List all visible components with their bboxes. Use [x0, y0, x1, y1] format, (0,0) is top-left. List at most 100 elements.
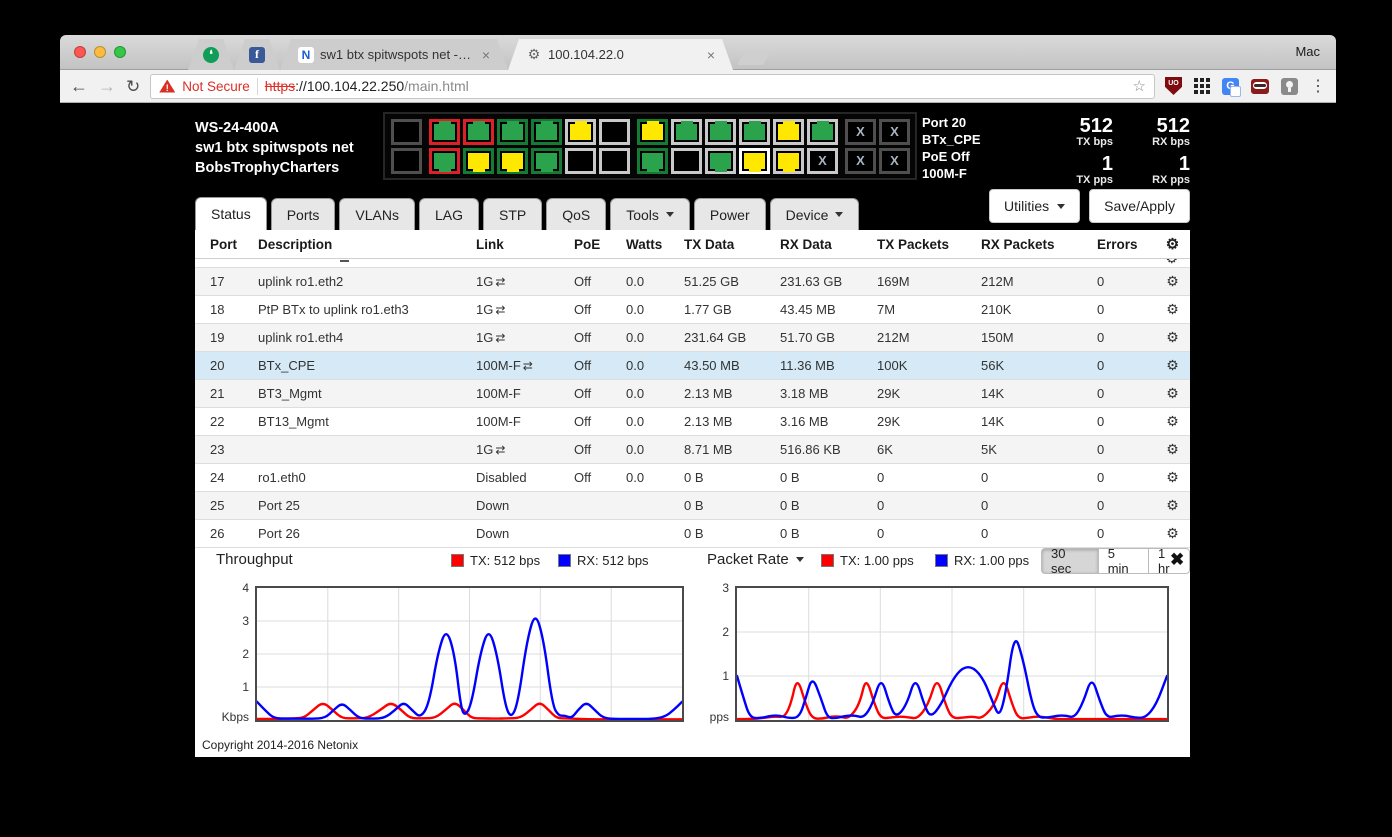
cell-tx-packets: 0 [877, 526, 885, 541]
save-apply-button[interactable]: Save/Apply [1089, 189, 1190, 223]
tab-power[interactable]: Power [693, 198, 766, 230]
port-led[interactable] [391, 118, 422, 145]
extension-grid-icon[interactable] [1194, 78, 1210, 94]
port-led[interactable] [463, 147, 494, 174]
port-led[interactable] [773, 147, 804, 174]
table-row-port-23[interactable]: 23 1G ⇄ Off 0.0 8.71 MB 516.86 KB 6K 5K 0 ⚙ [195, 436, 1190, 464]
table-row-port-18[interactable]: 18 PtP BTx to uplink ro1.eth3 1G ⇄ Off 0.0 1.7… [195, 296, 1190, 324]
port-led[interactable] [531, 118, 562, 145]
tab-qos[interactable]: QoS [546, 198, 607, 230]
table-row-port-24[interactable]: 24 ro1.eth0 Disabled Off 0.0 0 B 0 B 0 0 0 ⚙ [195, 464, 1190, 492]
port-led[interactable]: X [879, 147, 910, 174]
forward-icon[interactable]: → [98, 77, 116, 95]
port-led[interactable] [671, 147, 702, 174]
port-led[interactable]: X [807, 147, 838, 174]
row-settings-gear-icon[interactable]: ⚙ [1155, 329, 1190, 346]
address-bar[interactable]: ! Not Secure https://100.104.22.250/main… [150, 73, 1155, 99]
tab-close-icon[interactable]: × [482, 48, 490, 62]
port-led[interactable] [739, 118, 770, 145]
port-led[interactable] [671, 118, 702, 145]
row-settings-gear-icon[interactable]: ⚙ [1155, 301, 1190, 318]
extension-translate-icon[interactable]: G [1222, 77, 1241, 97]
table-row-port-26[interactable]: 26 Port 26 Down 0 B 0 B 0 0 0 ⚙ [195, 520, 1190, 548]
port-led[interactable] [739, 147, 770, 174]
row-settings-gear-icon[interactable]: ⚙ [1155, 413, 1190, 430]
port-led[interactable] [565, 118, 596, 145]
window-zoom-button[interactable] [114, 46, 126, 58]
port-led[interactable] [463, 118, 494, 145]
row-settings-gear-icon[interactable]: ⚙ [1155, 273, 1190, 290]
window-minimize-button[interactable] [94, 46, 106, 58]
extension-ublock-icon[interactable]: UO [1165, 77, 1182, 95]
browser-tab-active[interactable]: ⚙ 100.104.22.0 × [508, 39, 733, 70]
pinned-tab-facebook[interactable]: f [234, 39, 280, 70]
packet-rate-dropdown[interactable]: Packet Rate [707, 551, 804, 568]
table-row-port-21[interactable]: 21 BT3_Mgmt 100M-F Off 0.0 2.13 MB 3.18 MB 29K 1… [195, 380, 1190, 408]
tab-stp[interactable]: STP [482, 198, 543, 230]
row-settings-gear-icon[interactable]: ⚙ [1155, 497, 1190, 514]
tab-ports[interactable]: Ports [270, 198, 336, 230]
window-close-button[interactable] [74, 46, 86, 58]
port-led[interactable]: X [845, 118, 876, 145]
table-row-port-22[interactable]: 22 BT13_Mgmt 100M-F Off 0.0 2.13 MB 3.16 MB 29K… [195, 408, 1190, 436]
table-row-port-20[interactable]: 20 BTx_CPE 100M-F ⇄ Off 0.0 43.50 MB 11.36 MB 10… [195, 352, 1190, 380]
back-icon[interactable]: ← [70, 77, 88, 95]
browser-tab-netonix[interactable]: N sw1 btx spitwspots net - Bobs × [280, 39, 508, 70]
utilities-button[interactable]: Utilities [989, 189, 1081, 223]
tab-tools[interactable]: Tools [610, 198, 690, 230]
port-led[interactable] [637, 147, 668, 174]
link-speed: Down [476, 526, 510, 541]
row-settings-gear-icon[interactable]: ⚙ [1155, 385, 1190, 402]
port-led[interactable] [429, 118, 460, 145]
cell-rx-packets: 150M [981, 330, 1014, 345]
security-label[interactable]: Not Secure [182, 79, 250, 94]
port-led-fill [710, 152, 731, 172]
row-settings-gear-icon[interactable]: ⚙ [1155, 525, 1190, 542]
port-led[interactable] [705, 118, 736, 145]
extension-lightbulb-icon[interactable] [1281, 77, 1298, 95]
reload-icon[interactable]: ↻ [126, 78, 140, 95]
table-row-port-17[interactable]: 17 uplink ro1.eth2 1G ⇄ Off 0.0 51.25 GB 231.63… [195, 268, 1190, 296]
port-led[interactable]: X [845, 147, 876, 174]
extension-privacy-icon[interactable] [1251, 78, 1269, 94]
port-led[interactable] [637, 118, 668, 145]
port-led[interactable] [531, 147, 562, 174]
row-settings-gear-icon[interactable]: ⚙ [1155, 469, 1190, 486]
port-led[interactable] [705, 147, 736, 174]
bookmark-star-icon[interactable]: ☆ [1133, 77, 1146, 95]
port-led[interactable] [599, 147, 630, 174]
range-button-30-sec[interactable]: 30 sec [1041, 546, 1099, 576]
port-led[interactable] [497, 118, 528, 145]
port-led[interactable]: X [879, 118, 910, 145]
port-led[interactable] [429, 147, 460, 174]
pinned-tab-hangouts[interactable]: ❛ [188, 39, 234, 70]
port-led[interactable] [773, 118, 804, 145]
range-button-5-min[interactable]: 5 min [1098, 546, 1149, 576]
port-led-fill [502, 152, 523, 172]
tab-vlans[interactable]: VLANs [339, 198, 415, 230]
port-led[interactable] [807, 118, 838, 145]
table-row-port-19[interactable]: 19 uplink ro1.eth4 1G ⇄ Off 0.0 231.64 GB 51.70… [195, 324, 1190, 352]
cell-tx-packets: 29K [877, 414, 901, 429]
port-led[interactable] [599, 118, 630, 145]
tab-lag[interactable]: LAG [418, 198, 479, 230]
port-led[interactable] [497, 147, 528, 174]
port-led[interactable] [391, 147, 422, 174]
tab-close-icon[interactable]: × [707, 48, 715, 62]
link-activity-arrows-icon: ⇄ [522, 359, 533, 373]
cell-description: BT13_Mgmt [258, 414, 329, 429]
stat-value: 1 [1101, 153, 1113, 175]
stat-label: TX pps [1076, 174, 1113, 186]
cell-poe: Off [574, 302, 592, 317]
port-led[interactable] [565, 147, 596, 174]
close-charts-icon[interactable]: ✖ [1170, 550, 1184, 570]
row-settings-gear-icon[interactable]: ⚙ [1155, 441, 1190, 458]
tab-status[interactable]: Status [195, 197, 267, 230]
browser-menu-icon[interactable]: ⋮ [1310, 76, 1326, 96]
new-tab-button[interactable] [737, 51, 771, 65]
tab-device[interactable]: Device [769, 198, 860, 230]
table-settings-gear-icon[interactable]: ⚙ [1155, 235, 1190, 253]
row-settings-gear-icon[interactable]: ⚙ [1155, 357, 1190, 374]
url-text[interactable]: https://100.104.22.250/main.html [265, 78, 469, 94]
table-row-port-25[interactable]: 25 Port 25 Down 0 B 0 B 0 0 0 ⚙ [195, 492, 1190, 520]
